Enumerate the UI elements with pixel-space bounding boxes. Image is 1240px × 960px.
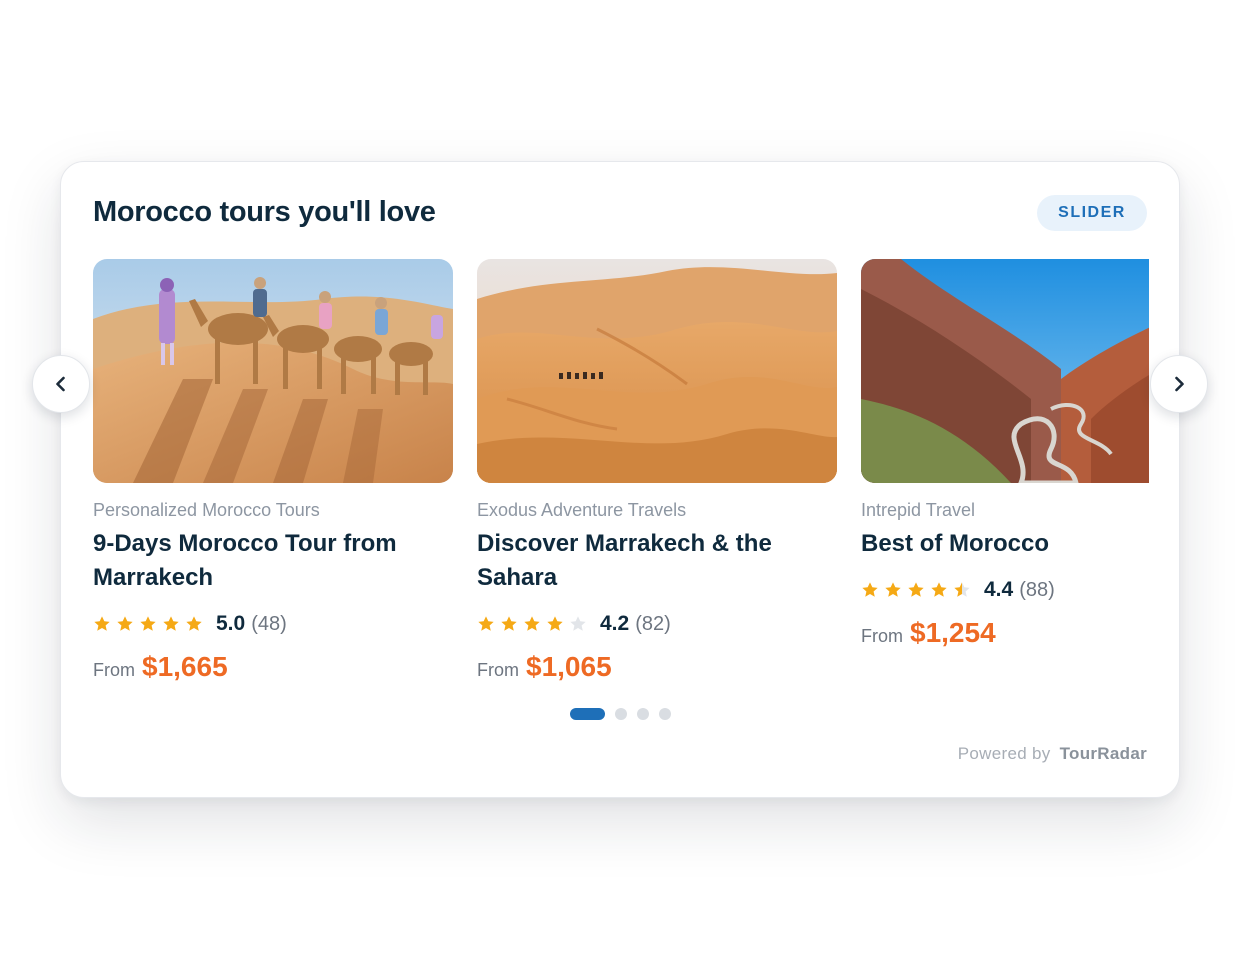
star-filled-icon <box>547 616 563 631</box>
tours-widget: Morocco tours you'll love SLIDER Persona… <box>32 161 1208 798</box>
tour-price: From $1,665 <box>93 651 453 683</box>
star-filled-icon <box>478 616 494 631</box>
star-filled-icon <box>524 616 540 631</box>
star-filled-icon <box>931 582 947 597</box>
star-filled-icon <box>908 582 924 597</box>
star-empty-icon <box>570 616 586 631</box>
price-amount: $1,065 <box>526 651 612 682</box>
star-rating <box>861 581 976 599</box>
tour-name[interactable]: Best of Morocco <box>861 527 1149 561</box>
price-amount: $1,254 <box>910 617 996 648</box>
review-count[interactable]: (48) <box>251 613 287 636</box>
tour-rating: 5.0 (48) <box>93 609 453 639</box>
star-filled-icon <box>885 582 901 597</box>
chevron-left-icon <box>56 376 65 392</box>
price-from-label: From <box>477 660 519 680</box>
price-from-label: From <box>93 660 135 680</box>
slider-badge: SLIDER <box>1037 195 1147 231</box>
tour-card[interactable]: Personalized Morocco Tours 9-Days Morocc… <box>93 259 453 683</box>
carousel-prev-button[interactable] <box>32 355 90 413</box>
tour-name[interactable]: 9-Days Morocco Tour from Marrakech <box>93 527 453 595</box>
pagination-dot[interactable] <box>658 708 671 720</box>
star-filled-icon <box>117 616 133 631</box>
tour-image-2 <box>477 259 837 483</box>
tour-image-1 <box>93 259 453 483</box>
star-filled-icon <box>501 616 517 631</box>
tour-rating: 4.4 (88) <box>861 575 1149 605</box>
carousel-next-button[interactable] <box>1150 355 1208 413</box>
price-from-label: From <box>861 626 903 646</box>
price-amount: $1,665 <box>142 651 228 682</box>
review-count[interactable]: (82) <box>635 613 671 636</box>
pagination-dot-active[interactable] <box>569 708 605 720</box>
star-filled-icon <box>140 616 156 631</box>
rating-score: 4.2 <box>600 612 630 635</box>
star-filled-icon <box>186 616 202 631</box>
tour-card[interactable]: Exodus Adventure Travels Discover Marrak… <box>477 259 837 683</box>
powered-by-label: Powered by <box>957 744 1051 763</box>
tour-card[interactable]: Intrepid Travel Best of Morocco 4.4 (88)… <box>861 259 1149 649</box>
tour-image-3 <box>861 259 1149 483</box>
carousel-track[interactable]: Personalized Morocco Tours 9-Days Morocc… <box>93 259 1149 699</box>
tour-price: From $1,254 <box>861 617 1149 649</box>
sahara-dunes-photo[interactable] <box>477 259 837 483</box>
star-rating <box>477 615 592 633</box>
tour-operator: Personalized Morocco Tours <box>93 500 320 520</box>
tour-operator: Intrepid Travel <box>861 500 976 520</box>
tour-name[interactable]: Discover Marrakech & the Sahara <box>477 527 837 595</box>
carousel-pagination <box>61 708 1179 720</box>
widget-title: Morocco tours you'll love <box>93 196 436 228</box>
review-count[interactable]: (88) <box>1019 579 1055 602</box>
atlas-gorge-photo[interactable] <box>861 259 1149 483</box>
tour-rating: 4.2 (82) <box>477 609 837 639</box>
powered-by: Powered by TourRadar <box>958 744 1147 764</box>
star-half-icon <box>954 582 970 597</box>
brand-link[interactable]: TourRadar <box>1060 744 1147 763</box>
rating-score: 5.0 <box>216 612 246 635</box>
pagination-dot[interactable] <box>614 708 627 720</box>
camel-caravan-photo[interactable] <box>93 259 453 483</box>
rating-score: 4.4 <box>984 578 1014 601</box>
tour-operator: Exodus Adventure Travels <box>477 500 687 520</box>
star-rating <box>93 615 208 633</box>
star-filled-icon <box>862 582 878 597</box>
pagination-dot[interactable] <box>636 708 649 720</box>
star-filled-icon <box>163 616 179 631</box>
chevron-right-icon <box>1175 376 1184 392</box>
tour-price: From $1,065 <box>477 651 837 683</box>
star-filled-icon <box>94 616 110 631</box>
